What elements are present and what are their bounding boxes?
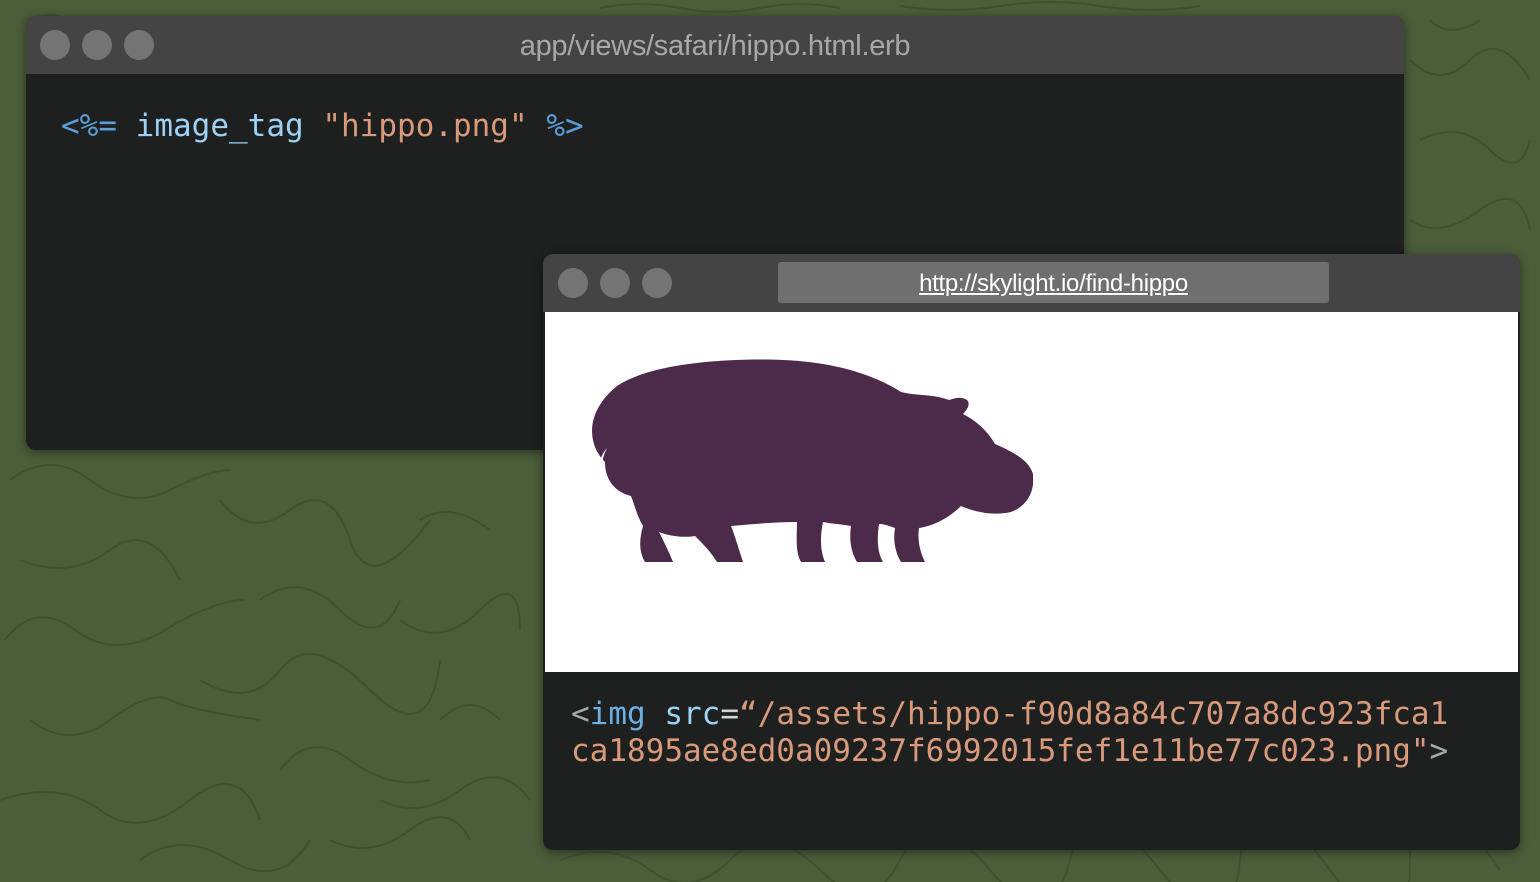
erb-code-line[interactable]: <%= image_tag "hippo.png" %> [61, 104, 584, 148]
browser-titlebar: http://skylight.io/find-hippo [543, 254, 1520, 312]
img-tag-name: img [589, 696, 646, 732]
tag-close-bracket: > [1429, 733, 1449, 769]
minimize-window-button[interactable] [600, 268, 630, 298]
asset-path-line-1: “/assets/hippo-f90d8a84c707a8dc923fca1 [739, 696, 1449, 732]
editor-titlebar: app/views/safari/hippo.html.erb [26, 16, 1404, 74]
erb-close-tag: %> [546, 108, 584, 144]
equals-sign: = [720, 696, 740, 732]
asset-path-line-2: ca1895ae8ed0a09237f6992015fef1e11be77c02… [571, 733, 1430, 769]
tag-open-bracket: < [571, 696, 590, 732]
erb-open-tag: <%= [61, 108, 117, 144]
close-window-button[interactable] [558, 268, 588, 298]
image-filename-string: "hippo.png" [322, 108, 528, 144]
browser-window: http://skylight.io/find-hippo <img src=“… [543, 254, 1520, 850]
src-attribute: src [664, 696, 721, 732]
page-viewport [545, 312, 1518, 672]
editor-file-path: app/views/safari/hippo.html.erb [519, 30, 911, 62]
rendered-html-output[interactable]: <img src=“/assets/hippo-f90d8a84c707a8dc… [571, 696, 1448, 770]
address-bar[interactable]: http://skylight.io/find-hippo [778, 262, 1329, 303]
hippo-icon [592, 359, 1033, 562]
zoom-window-button[interactable] [642, 268, 672, 298]
image-tag-method: image_tag [135, 108, 304, 144]
